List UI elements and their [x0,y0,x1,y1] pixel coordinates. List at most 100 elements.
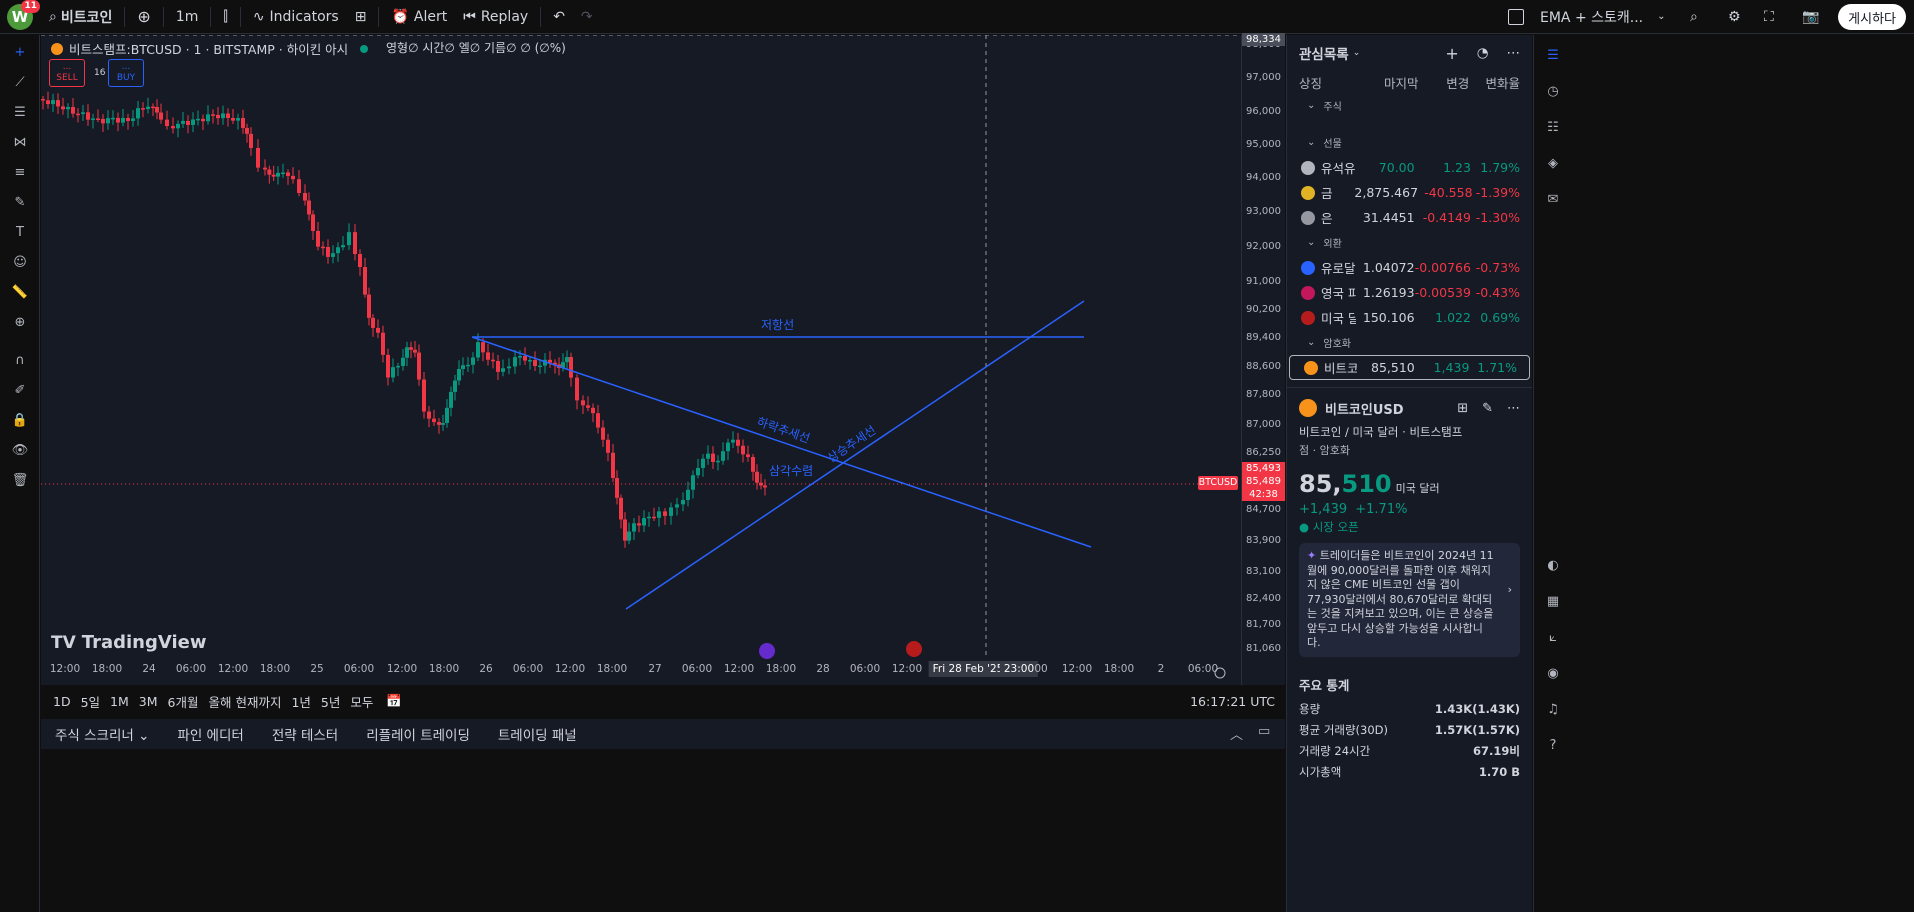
section-futures[interactable]: ⌄ 선물 [1287,130,1532,155]
magnet-tool[interactable]: ∩ [0,345,40,375]
more-icon[interactable]: ⋯ [1507,45,1521,61]
remove-drawings-tool[interactable]: 🗑 [0,465,40,495]
panel-maximize-icon[interactable]: ▭ [1258,724,1270,739]
bottom-tab[interactable]: 전략 테스터 [258,724,352,744]
undo-button[interactable]: ↶ [545,0,573,34]
candle-body [652,516,656,519]
user-avatar[interactable]: W 11 [7,0,40,30]
quick-search-button[interactable]: ⌕ [1682,0,1706,34]
layout-save-checkbox[interactable] [1500,0,1532,34]
emoji-tool[interactable]: ☺ [0,247,40,277]
bottom-tab[interactable]: 리플레이 트레이딩 [352,724,484,744]
detail-symbol-name[interactable]: 비트코인USD [1325,399,1404,418]
magnet-icon: ∩ [15,352,25,368]
watchlist-row[interactable]: 유로달러 1.04072-0.00766 -0.73% [1287,255,1532,280]
trendline-tool[interactable]: ⟋ [0,67,40,97]
horizontal-lines-tool[interactable]: ☰ [0,97,40,127]
range-button[interactable]: 6개월 [163,692,204,711]
advanced-view-icon[interactable]: ◔ [1477,45,1489,61]
chats-tab[interactable]: ✉ [1534,181,1572,217]
snapshot-button[interactable]: 📷 [1794,0,1827,34]
range-button[interactable]: 1M [105,694,134,709]
watchlist-tab[interactable]: ☰ [1534,37,1572,73]
redo-button[interactable]: ↷ [573,0,601,34]
range-button[interactable]: 3M [134,694,163,709]
column-header[interactable]: 변화율 [1469,73,1520,92]
buy-button[interactable]: ... BUY [108,59,144,87]
bottom-tab[interactable]: 주식 스크리너 ⌄ [41,724,163,744]
range-button[interactable]: 올해 현재까지 [203,692,286,711]
chart-type-button[interactable]: ⫿ [215,0,235,34]
symbol-search[interactable]: ⌕ 비트코인 [41,0,120,34]
watchlist-row[interactable]: 유석유 70.00 1.23 1.79% [1287,155,1532,180]
more-icon[interactable]: ⋯ [1507,401,1520,416]
range-button[interactable]: 1D [48,694,76,709]
template-dropdown[interactable]: EMA + 스토캐... ⌄ [1532,0,1674,34]
pine-tab[interactable]: ⟀ [1534,619,1572,655]
brush-tool[interactable]: ✎ [0,187,40,217]
streams-tab[interactable]: ◉ [1534,655,1572,691]
hide-drawings-tool[interactable]: 👁 [0,435,40,465]
zoom-tool[interactable]: ⊕ [0,307,40,337]
layers-tab[interactable]: ◈ [1534,145,1572,181]
pattern-tool[interactable]: ⋈ [0,127,40,157]
add-symbol-icon[interactable]: + [1445,44,1458,63]
lock-drawings-edit[interactable]: ✐ [0,375,40,405]
panel-collapse-icon[interactable]: ︿ [1230,724,1243,743]
compare-button[interactable]: ⊕ [129,0,158,34]
column-header[interactable]: 마지막 [1370,73,1419,92]
fib-tool[interactable]: ≡ [0,157,40,187]
alert-button[interactable]: ⏰ Alert [383,0,455,34]
chevron-down-icon[interactable]: ⌄ [1353,48,1361,58]
range-button[interactable]: 1년 [286,692,315,711]
notifications-tab[interactable]: ♫ [1534,691,1572,727]
section-stocks[interactable]: ⌄ 주식 [1287,93,1532,118]
watchlist-row[interactable]: 은 31.4451 -0.4149 -1.30% [1287,205,1532,230]
watchlist-row[interactable]: 미국 달러 150.106 1.022 0.69% [1287,305,1532,330]
time-tick: 00 [1034,663,1048,675]
chart-pane[interactable]: 저항선 하락추세선 상승추세선 삼각수렴 비트스탬프:BTCUSD · 1 · BIT… [41,33,1285,685]
crosshair-tool[interactable]: + [0,37,40,67]
section-forex[interactable]: ⌄ 외환 [1287,230,1532,255]
publish-button[interactable]: 게시하다 [1838,4,1906,30]
watchlist-row[interactable]: 영국 파운드 1.26193-0.00539 -0.43% [1287,280,1532,305]
utc-clock[interactable]: 16:17:21 UTC [1190,694,1275,709]
ai-news-summary[interactable]: ✦ 트레이더들은 비트코인이 2024년 11월에 90,000달러를 돌파한 … [1299,543,1520,657]
sell-button[interactable]: ... SELL [49,59,85,87]
layouts-button[interactable]: ⊞ [347,0,375,34]
search-icon: ⌕ [49,8,57,25]
price-tick: 96,000 [1246,106,1281,117]
help-tab[interactable]: ? [1534,727,1572,763]
object-tree-tab[interactable]: ☷ [1534,109,1572,145]
price-fraction: 510 [1341,470,1392,498]
grid-icon[interactable]: ⊞ [1457,401,1468,416]
watchlist-title[interactable]: 관심목록 [1299,43,1349,63]
fullscreen-button[interactable]: ⛶ [1756,0,1782,34]
ideas-tab[interactable]: ◐ [1534,547,1572,583]
watchlist-row[interactable]: 비트코인 85,510 1,439 1.71% [1289,355,1530,380]
alerts-tab[interactable]: ◷ [1534,73,1572,109]
interval-button[interactable]: 1m [168,0,207,34]
bottom-tab[interactable]: 파인 에디터 [163,724,257,744]
range-button[interactable]: 5년 [316,692,345,711]
text-tool[interactable]: T [0,217,40,247]
range-button[interactable]: 모두 [345,692,378,711]
calendar-tab[interactable]: ▦ [1534,583,1572,619]
stat-value: 1.43K(1.43K) [1434,702,1520,716]
range-button[interactable]: 5일 [76,692,105,711]
measure-tool[interactable]: 📏 [0,277,40,307]
symbol-name: 금 [1321,186,1333,201]
replay-button[interactable]: ⏮ Replay [455,0,536,34]
price-scale[interactable]: 98,00097,00096,00095,00094,00093,00092,0… [1241,33,1285,685]
section-crypto[interactable]: ⌄ 암호화 [1287,330,1532,355]
indicators-button[interactable]: ∿ Indicators [245,0,347,34]
watchlist-row[interactable]: 금 2,875.467 -40.558 -1.39% [1287,180,1532,205]
edit-icon[interactable]: ✎ [1482,401,1493,416]
settings-button[interactable]: ⚙ [1720,0,1749,34]
goto-date-icon[interactable]: 📅 [386,693,402,709]
bottom-tab[interactable]: 트레이딩 패널 [484,724,591,744]
notification-badge: 11 [21,0,40,13]
lock-drawings-tool[interactable]: 🔒 [0,405,40,435]
column-header[interactable]: 변경 [1419,73,1469,92]
column-header[interactable]: 상징 [1299,73,1370,92]
